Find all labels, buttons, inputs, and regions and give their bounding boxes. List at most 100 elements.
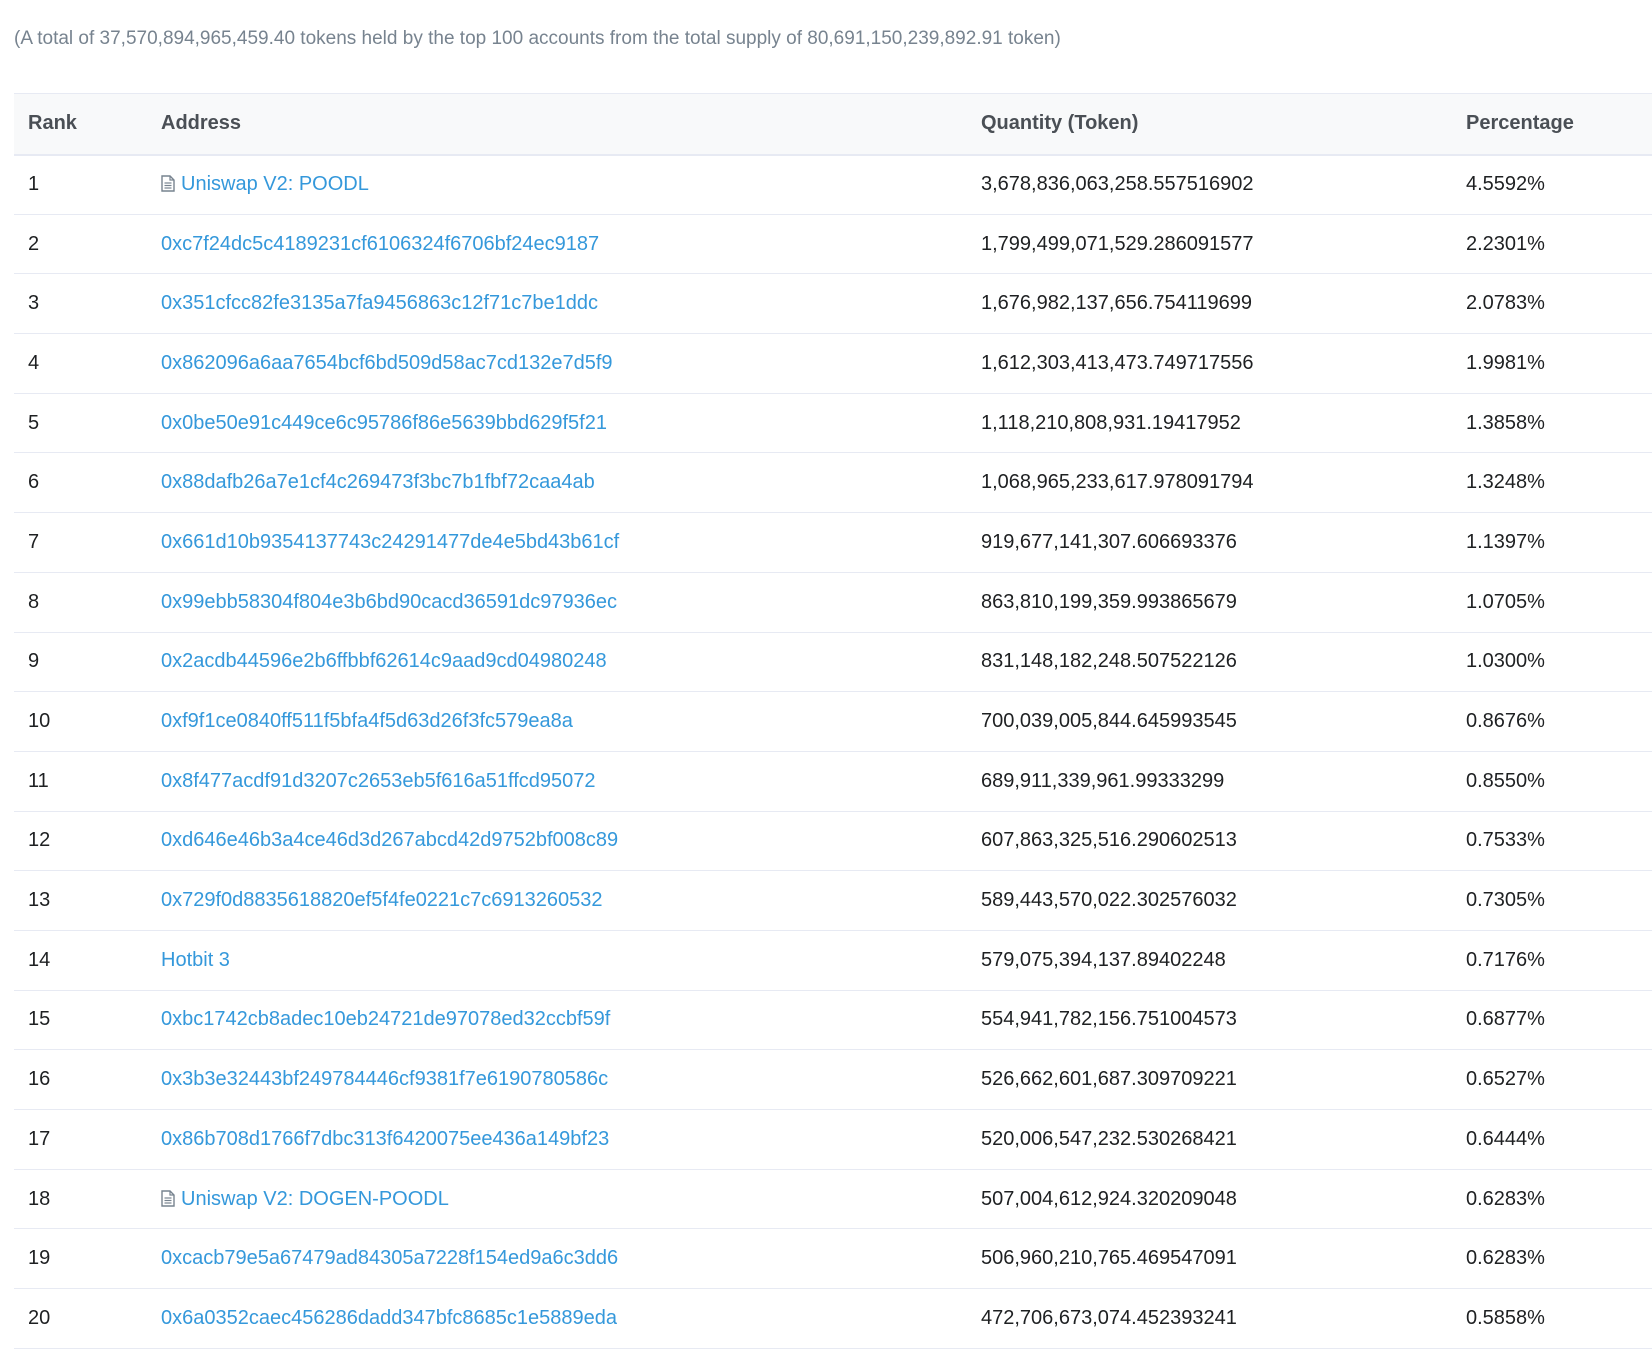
address-link[interactable]: 0x729f0d8835618820ef5f4fe0221c7c69132605…	[161, 889, 603, 911]
address-link[interactable]: 0x0be50e91c449ce6c95786f86e5639bbd629f5f…	[161, 412, 607, 434]
address-link[interactable]: 0x3b3e32443bf249784446cf9381f7e619078058…	[161, 1068, 608, 1090]
quantity-header: Quantity (Token)	[981, 112, 1139, 135]
address-cell: 0xbc1742cb8adec10eb24721de97078ed32ccbf5…	[161, 990, 981, 1050]
quantity-cell: 689,911,339,961.99333299	[981, 769, 1225, 792]
rank-header: Rank	[28, 112, 77, 135]
rank-cell: 10	[28, 710, 51, 733]
quantity-cell: 863,810,199,359.993865679	[981, 590, 1237, 613]
address-link[interactable]: 0xbc1742cb8adec10eb24721de97078ed32ccbf5…	[161, 1008, 610, 1030]
rank-cell: 16	[28, 1068, 51, 1091]
address-link[interactable]: 0xd646e46b3a4ce46d3d267abcd42d9752bf008c…	[161, 829, 618, 851]
rank-cell: 12	[28, 829, 51, 852]
table-row: 8 0x99ebb58304f804e3b6bd90cacd36591dc979…	[14, 572, 1652, 632]
quantity-cell: 1,118,210,808,931.19417952	[981, 411, 1241, 434]
address-link[interactable]: Uniswap V2: POODL	[181, 173, 369, 195]
token-holders-table: Rank Address Quantity (Token) Percentage…	[14, 93, 1652, 1349]
table-row: 18 Uniswap V2: DOGEN-POODL 507,004,612,9…	[14, 1169, 1652, 1229]
percentage-cell: 0.6283%	[1466, 1187, 1545, 1210]
quantity-cell: 472,706,673,074.452393241	[981, 1306, 1237, 1329]
rank-cell: 19	[28, 1247, 51, 1270]
rank-cell: 5	[28, 411, 40, 434]
quantity-cell: 506,960,210,765.469547091	[981, 1247, 1237, 1270]
address-link[interactable]: 0x8f477acdf91d3207c2653eb5f616a51ffcd950…	[161, 770, 595, 792]
address-link[interactable]: 0x86b708d1766f7dbc313f6420075ee436a149bf…	[161, 1128, 609, 1150]
percentage-cell: 1.1397%	[1466, 530, 1545, 553]
address-cell: 0x88dafb26a7e1cf4c269473f3bc7b1fbf72caa4…	[161, 453, 981, 513]
table-row: 10 0xf9f1ce0840ff511f5bfa4f5d63d26f3fc57…	[14, 692, 1652, 752]
table-row: 9 0x2acdb44596e2b6ffbbf62614c9aad9cd0498…	[14, 632, 1652, 692]
percentage-cell: 1.3248%	[1466, 471, 1545, 494]
percentage-cell: 0.5858%	[1466, 1306, 1545, 1329]
table-row: 7 0x661d10b9354137743c24291477de4e5bd43b…	[14, 513, 1652, 573]
table-row: 14 Hotbit 3 579,075,394,137.89402248 0.7…	[14, 930, 1652, 991]
percentage-cell: 0.7176%	[1466, 948, 1545, 971]
quantity-cell: 3,678,836,063,258.557516902	[981, 173, 1254, 196]
table-header-row: Rank Address Quantity (Token) Percentage	[14, 93, 1652, 155]
address-cell: 0x86b708d1766f7dbc313f6420075ee436a149bf…	[161, 1110, 981, 1170]
quantity-cell: 589,443,570,022.302576032	[981, 889, 1237, 912]
holders-summary: (A total of 37,570,894,965,459.40 tokens…	[14, 28, 1061, 49]
quantity-cell: 1,799,499,071,529.286091577	[981, 232, 1254, 255]
rank-cell: 9	[28, 650, 40, 673]
percentage-cell: 1.0300%	[1466, 650, 1545, 673]
rank-cell: 13	[28, 889, 51, 912]
quantity-cell: 1,676,982,137,656.754119699	[981, 292, 1253, 315]
percentage-cell: 1.3858%	[1466, 411, 1545, 434]
document-icon	[161, 175, 175, 192]
address-cell: 0x3b3e32443bf249784446cf9381f7e619078058…	[161, 1050, 981, 1110]
quantity-cell: 607,863,325,516.290602513	[981, 829, 1237, 852]
document-icon	[161, 1189, 175, 1207]
address-link[interactable]: 0xc7f24dc5c4189231cf6106324f6706bf24ec91…	[161, 233, 599, 255]
quantity-cell: 1,612,303,413,473.749717556	[981, 351, 1254, 374]
table-row: 6 0x88dafb26a7e1cf4c269473f3bc7b1fbf72ca…	[14, 453, 1652, 513]
address-cell: 0x2acdb44596e2b6ffbbf62614c9aad9cd049802…	[161, 632, 981, 692]
percentage-cell: 1.0705%	[1466, 590, 1545, 613]
address-cell: Uniswap V2: DOGEN-POODL	[161, 1169, 981, 1229]
address-cell: 0x8f477acdf91d3207c2653eb5f616a51ffcd950…	[161, 751, 981, 811]
address-link[interactable]: 0x6a0352caec456286dadd347bfc8685c1e5889e…	[161, 1307, 617, 1329]
rank-cell: 15	[28, 1008, 51, 1031]
percentage-cell: 0.8676%	[1466, 710, 1545, 733]
percentage-cell: 0.7533%	[1466, 829, 1545, 852]
table-body: 1 Uniswap V2: POODL 3,678,836,063,258.55…	[14, 155, 1652, 1349]
rank-cell: 20	[28, 1306, 51, 1329]
percentage-cell: 0.6527%	[1466, 1068, 1545, 1091]
address-cell: 0xcacb79e5a67479ad84305a7228f154ed9a6c3d…	[161, 1229, 981, 1289]
address-link[interactable]: 0xcacb79e5a67479ad84305a7228f154ed9a6c3d…	[161, 1247, 618, 1269]
address-link[interactable]: 0x2acdb44596e2b6ffbbf62614c9aad9cd049802…	[161, 650, 607, 672]
address-link[interactable]: 0x351cfcc82fe3135a7fa9456863c12f71c7be1d…	[161, 292, 598, 314]
address-cell: 0x6a0352caec456286dadd347bfc8685c1e5889e…	[161, 1289, 981, 1349]
address-cell: 0x729f0d8835618820ef5f4fe0221c7c69132605…	[161, 871, 981, 931]
quantity-cell: 507,004,612,924.320209048	[981, 1187, 1237, 1210]
address-link[interactable]: 0x99ebb58304f804e3b6bd90cacd36591dc97936…	[161, 591, 617, 613]
address-cell: Uniswap V2: POODL	[161, 155, 981, 215]
percentage-cell: 0.8550%	[1466, 769, 1545, 792]
address-cell: 0xf9f1ce0840ff511f5bfa4f5d63d26f3fc579ea…	[161, 692, 981, 752]
address-cell: 0x351cfcc82fe3135a7fa9456863c12f71c7be1d…	[161, 274, 981, 334]
address-cell: 0xd646e46b3a4ce46d3d267abcd42d9752bf008c…	[161, 811, 981, 871]
quantity-cell: 831,148,182,248.507522126	[981, 650, 1237, 673]
address-cell: 0x862096a6aa7654bcf6bd509d58ac7cd132e7d5…	[161, 334, 981, 394]
rank-cell: 11	[28, 769, 49, 792]
address-link[interactable]: 0x862096a6aa7654bcf6bd509d58ac7cd132e7d5…	[161, 352, 613, 374]
address-link[interactable]: 0x88dafb26a7e1cf4c269473f3bc7b1fbf72caa4…	[161, 471, 595, 493]
address-cell: 0x99ebb58304f804e3b6bd90cacd36591dc97936…	[161, 572, 981, 632]
quantity-cell: 700,039,005,844.645993545	[981, 710, 1237, 733]
quantity-cell: 526,662,601,687.309709221	[981, 1068, 1237, 1091]
table-row: 19 0xcacb79e5a67479ad84305a7228f154ed9a6…	[14, 1229, 1652, 1289]
table-row: 2 0xc7f24dc5c4189231cf6106324f6706bf24ec…	[14, 214, 1652, 274]
quantity-cell: 579,075,394,137.89402248	[981, 948, 1226, 971]
percentage-cell: 2.0783%	[1466, 292, 1545, 315]
percentage-cell: 0.6283%	[1466, 1247, 1545, 1270]
rank-cell: 8	[28, 590, 40, 613]
table-row: 17 0x86b708d1766f7dbc313f6420075ee436a14…	[14, 1110, 1652, 1170]
rank-cell: 7	[28, 530, 40, 553]
address-link[interactable]: Uniswap V2: DOGEN-POODL	[181, 1188, 449, 1210]
address-header: Address	[161, 112, 242, 135]
address-link[interactable]: 0xf9f1ce0840ff511f5bfa4f5d63d26f3fc579ea…	[161, 710, 573, 732]
address-link[interactable]: Hotbit 3	[161, 949, 230, 971]
quantity-cell: 554,941,782,156.751004573	[981, 1008, 1237, 1031]
address-link[interactable]: 0x661d10b9354137743c24291477de4e5bd43b61…	[161, 531, 619, 553]
table-header: Rank Address Quantity (Token) Percentage	[14, 93, 1652, 155]
table-row: 15 0xbc1742cb8adec10eb24721de97078ed32cc…	[14, 990, 1652, 1050]
